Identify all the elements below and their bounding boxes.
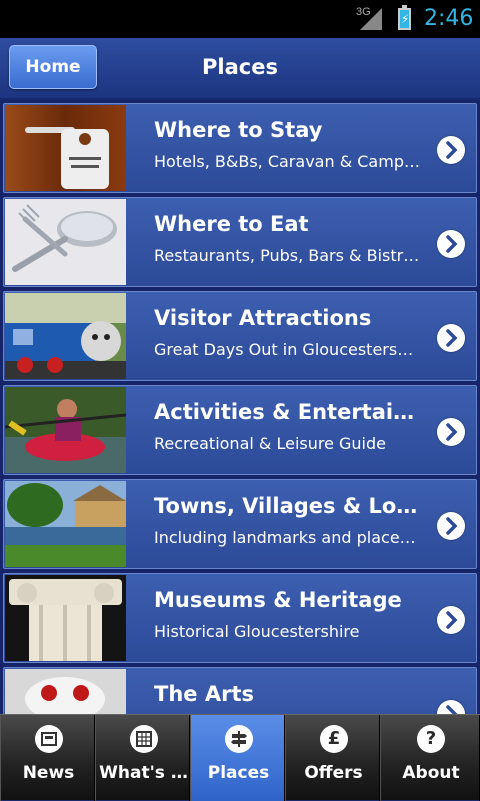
tab-label: News (22, 763, 75, 783)
item-title: Museums & Heritage (154, 588, 402, 612)
mask-image (5, 669, 126, 714)
item-subtitle: Including landmarks and place… (154, 528, 416, 547)
chevron-right-icon (437, 606, 465, 634)
item-title: Where to Stay (154, 118, 323, 142)
list-item[interactable]: Activities & Entertainm… Recreational & … (3, 385, 477, 475)
chevron-right-icon (437, 700, 465, 714)
home-button[interactable]: Home (9, 45, 97, 89)
clock: 2:46 (424, 6, 474, 31)
question-icon: ? (417, 725, 445, 753)
item-subtitle: Hotels, B&Bs, Caravan & Campi… (154, 152, 422, 171)
door-sign-image (5, 105, 126, 191)
tab-offers[interactable]: £ Offers (285, 715, 380, 801)
tab-about[interactable]: ? About (380, 715, 480, 801)
tab-news[interactable]: News (0, 715, 95, 801)
chevron-right-icon (437, 512, 465, 540)
cutlery-image (5, 199, 126, 285)
item-title: The Arts (154, 682, 254, 706)
tab-places[interactable]: Places (190, 715, 285, 801)
village-image (5, 481, 126, 567)
item-subtitle: Recreational & Leisure Guide (154, 434, 386, 453)
status-bar: 3G ⚡ 2:46 (0, 0, 480, 38)
list-item[interactable]: Where to Stay Hotels, B&Bs, Caravan & Ca… (3, 103, 477, 193)
list-item[interactable]: The Arts (3, 667, 477, 714)
list-item[interactable]: Where to Eat Restaurants, Pubs, Bars & B… (3, 197, 477, 287)
tab-label: Places (207, 763, 270, 783)
tab-bar: News What's … Places £ Offers ? About (0, 714, 480, 801)
item-title: Where to Eat (154, 212, 309, 236)
item-title: Towns, Villages & Loc… (154, 494, 424, 518)
tab-whats-on[interactable]: What's … (95, 715, 190, 801)
chevron-right-icon (437, 324, 465, 352)
places-list[interactable]: Where to Stay Hotels, B&Bs, Caravan & Ca… (0, 100, 480, 714)
tab-label: About (402, 763, 460, 783)
column-image (5, 575, 126, 661)
pound-icon: £ (320, 725, 348, 753)
item-subtitle: Great Days Out in Gloucestersh… (154, 340, 422, 359)
header-bar: Places Home (0, 38, 480, 100)
chevron-right-icon (437, 136, 465, 164)
tab-label: What's … (99, 763, 188, 783)
list-item[interactable]: Museums & Heritage Historical Gloucester… (3, 573, 477, 663)
signpost-icon (225, 725, 253, 753)
news-icon (35, 725, 63, 753)
list-item[interactable]: Visitor Attractions Great Days Out in Gl… (3, 291, 477, 381)
kayak-image (5, 387, 126, 473)
item-title: Visitor Attractions (154, 306, 372, 330)
item-subtitle: Historical Gloucestershire (154, 622, 360, 641)
tab-label: Offers (304, 763, 363, 783)
signal-icon (360, 8, 382, 30)
list-item[interactable]: Towns, Villages & Loc… Including landmar… (3, 479, 477, 569)
item-title: Activities & Entertainm… (154, 400, 424, 424)
chevron-right-icon (437, 230, 465, 258)
train-image (5, 293, 126, 379)
chevron-right-icon (437, 418, 465, 446)
battery-icon: ⚡ (398, 5, 411, 30)
item-subtitle: Restaurants, Pubs, Bars & Bistr… (154, 246, 420, 265)
calendar-icon (130, 725, 158, 753)
